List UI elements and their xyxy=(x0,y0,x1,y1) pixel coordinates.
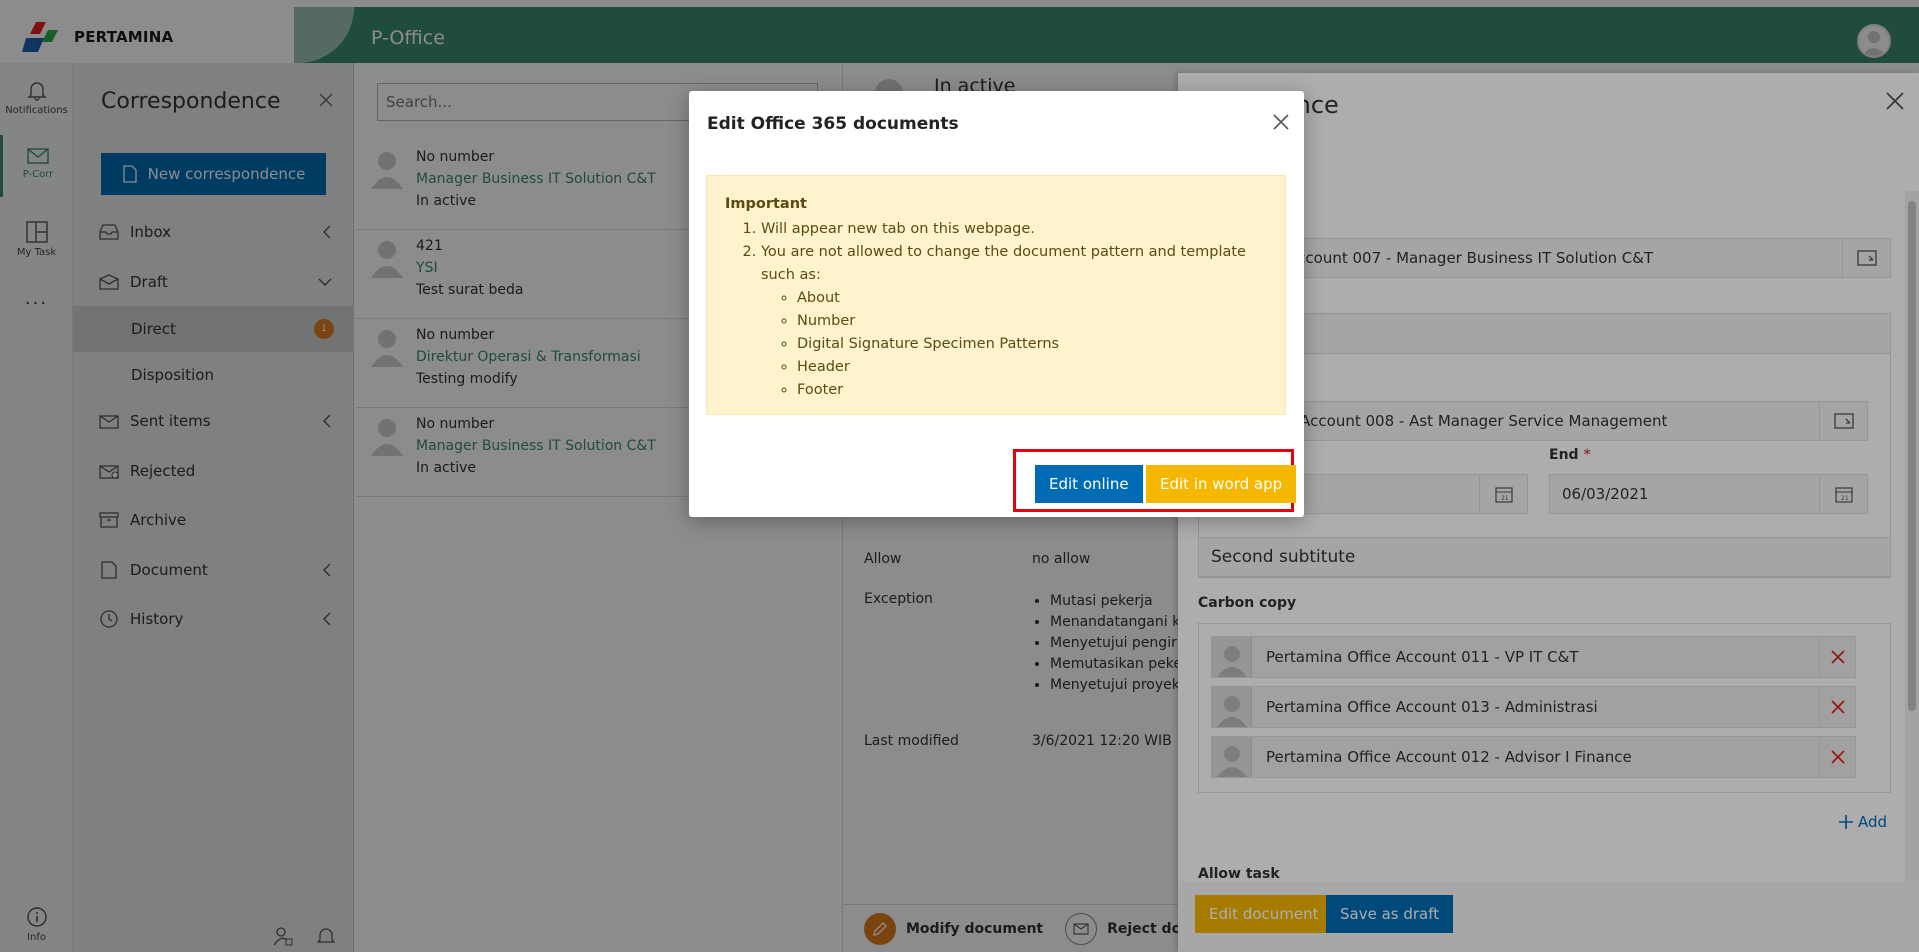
notice-point: You are not allowed to change the docume… xyxy=(761,241,1267,402)
edit-office-modal: Edit Office 365 documents Important Will… xyxy=(689,91,1304,517)
notice-subpoint: About xyxy=(797,287,1267,310)
important-notice: Important Will appear new tab on this we… xyxy=(706,175,1286,415)
close-icon[interactable] xyxy=(1272,113,1290,131)
notice-point: Will appear new tab on this webpage. xyxy=(761,218,1267,241)
important-heading: Important xyxy=(725,196,807,212)
modal-title: Edit Office 365 documents xyxy=(707,114,959,134)
edit-in-word-app-button[interactable]: Edit in word app xyxy=(1146,465,1297,503)
notice-subpoint: Header xyxy=(797,356,1267,379)
notice-subpoint: Digital Signature Specimen Patterns xyxy=(797,333,1267,356)
notice-subpoint: Footer xyxy=(797,379,1267,402)
edit-online-button[interactable]: Edit online xyxy=(1035,465,1143,503)
notice-subpoint: Number xyxy=(797,310,1267,333)
